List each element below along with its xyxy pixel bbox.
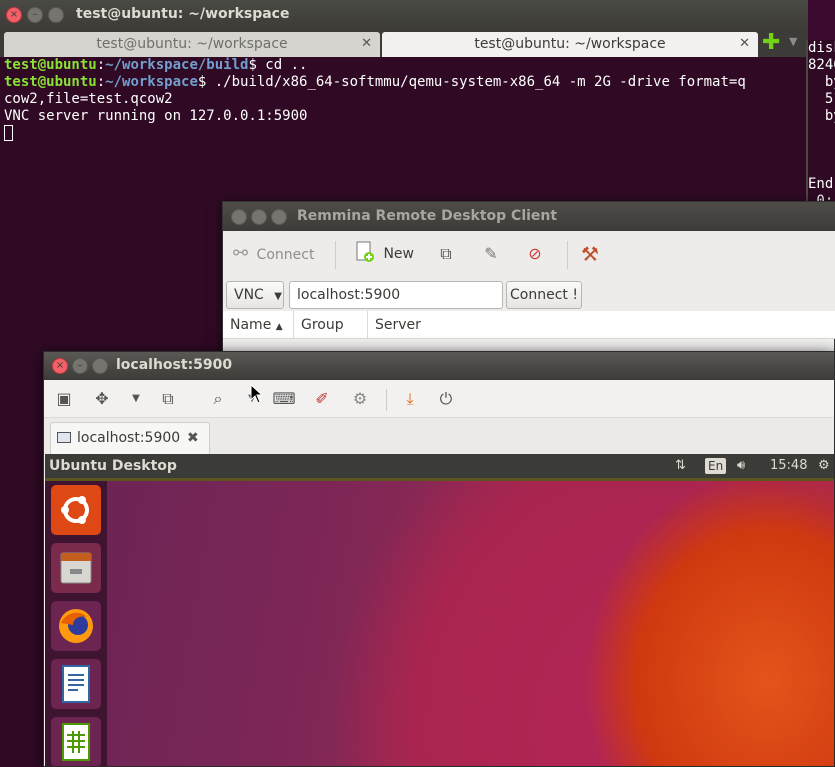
chevron-down-icon[interactable]: ▼	[789, 35, 797, 48]
maximize-icon[interactable]	[48, 7, 64, 23]
new-document-icon	[356, 241, 374, 262]
disconnect-icon[interactable]: ⏻	[434, 388, 458, 410]
close-icon[interactable]: ✕	[739, 32, 750, 56]
toolbar-divider	[386, 389, 387, 411]
remmina-titlebar[interactable]: Remmina Remote Desktop Client	[223, 202, 835, 231]
maximize-icon[interactable]	[92, 358, 108, 374]
libreoffice-writer-icon[interactable]	[51, 659, 101, 709]
unity-launcher	[45, 481, 107, 766]
gears-icon[interactable]: ⚙	[348, 388, 372, 410]
keyboard-layout-indicator[interactable]: En	[705, 458, 727, 474]
remmina-toolbar: ⚯ Connect New ⧉ ✎ ⊘ ⚒	[223, 231, 835, 277]
toolbar-divider	[567, 241, 568, 269]
network-icon[interactable]: ⇅	[675, 454, 686, 478]
clock[interactable]: 15:48	[770, 454, 807, 478]
scale-icon[interactable]: ✥	[90, 388, 114, 410]
tab-label: test@ubuntu: ~/workspace	[96, 36, 288, 52]
column-header-group[interactable]: Group	[294, 311, 368, 339]
connection-list-header: Name ▲ Group Server	[223, 311, 835, 339]
terminal-cursor	[4, 125, 746, 143]
plug-icon: ⚯	[233, 243, 249, 264]
quick-connect-button[interactable]: Connect !	[506, 281, 582, 309]
window-title: test@ubuntu: ~/workspace	[76, 6, 290, 22]
libreoffice-calc-icon[interactable]	[51, 717, 101, 766]
terminal-line: VNC server running on 127.0.0.1:5900	[4, 108, 308, 124]
edit-icon[interactable]: ✎	[479, 243, 503, 265]
settings-gear-icon[interactable]: ⚙	[818, 454, 830, 478]
vnc-tabbar: localhost:5900 ✖	[44, 418, 834, 454]
vnc-tab-localhost[interactable]: localhost:5900 ✖	[50, 422, 210, 454]
mouse-pointer-icon	[250, 384, 264, 404]
terminal-line: test@ubuntu:~/workspace/build$ cd ..	[4, 57, 308, 73]
chevron-down-icon[interactable]: ▼	[124, 388, 148, 410]
vnc-toolbar: ▣ ✥ ▼ ⧉ ⌕ ▼ ⌨ ✐ ⚙ ⤓ ⏻	[44, 380, 834, 418]
firefox-icon[interactable]	[51, 601, 101, 651]
screen-icon	[57, 432, 71, 443]
minimize-icon[interactable]: –	[72, 358, 88, 374]
close-icon[interactable]	[231, 209, 247, 225]
keyboard-icon[interactable]: ⌨	[272, 388, 296, 410]
ubuntu-top-panel: Ubuntu Desktop ⇅ En 🔊︎ 15:48 ⚙	[45, 454, 834, 478]
zoom-icon[interactable]: ⌕	[206, 388, 230, 410]
chevron-down-icon: ▼	[274, 291, 282, 302]
terminal-line: cow2,file=test.qcow2	[4, 91, 173, 107]
new-connection-button[interactable]: New	[355, 239, 414, 269]
column-header-server[interactable]: Server	[368, 311, 568, 339]
copy-icon[interactable]: ⧉	[434, 243, 458, 265]
desktop-wallpaper	[107, 481, 834, 766]
terminal-output[interactable]: test@ubuntu:~/workspace/build$ cd .. test…	[4, 57, 746, 143]
vnc-viewer-window: × – localhost:5900 ▣ ✥ ▼ ⧉ ⌕ ▼ ⌨ ✐ ⚙ ⤓ ⏻…	[43, 351, 835, 767]
panel-title: Ubuntu Desktop	[49, 458, 177, 474]
protocol-select[interactable]: VNC ▼	[226, 281, 284, 309]
preferences-tools-icon[interactable]: ⚒	[578, 243, 602, 265]
quick-connect-bar: VNC ▼ localhost:5900 Connect !	[223, 277, 835, 311]
sort-ascending-icon: ▲	[275, 322, 283, 332]
delete-icon[interactable]: ⊘	[523, 243, 547, 265]
volume-icon[interactable]: 🔊︎	[737, 454, 745, 478]
switch-tab-icon[interactable]: ⧉	[156, 388, 180, 410]
close-icon[interactable]: ✕	[361, 32, 372, 56]
files-icon[interactable]	[51, 543, 101, 593]
remmina-window: Remmina Remote Desktop Client ⚯ Connect …	[222, 201, 835, 361]
server-address-input[interactable]: localhost:5900	[289, 281, 503, 309]
vnc-titlebar[interactable]: × – localhost:5900	[44, 352, 834, 380]
minimize-to-panel-icon[interactable]: ⤓	[398, 388, 422, 410]
minimize-icon[interactable]: –	[27, 7, 43, 23]
preferences-icon[interactable]: ✐	[310, 388, 334, 410]
toolbar-divider	[335, 241, 336, 269]
terminal-tab-2[interactable]: test@ubuntu: ~/workspace ✕	[382, 32, 758, 57]
fullscreen-icon[interactable]: ▣	[52, 388, 76, 410]
close-icon[interactable]: ×	[52, 358, 68, 374]
add-tab-icon[interactable]: ✚	[762, 30, 780, 56]
terminal-line: test@ubuntu:~/workspace$ ./build/x86_64-…	[4, 74, 746, 90]
ubuntu-dash-icon[interactable]	[51, 485, 101, 535]
close-icon[interactable]: ×	[6, 7, 22, 23]
terminal-titlebar[interactable]: × – test@ubuntu: ~/workspace	[0, 0, 808, 30]
maximize-icon[interactable]	[271, 209, 287, 225]
terminal-tab-1[interactable]: test@ubuntu: ~/workspace ✕	[4, 32, 380, 57]
connect-toolbar-button[interactable]: ⚯ Connect	[233, 239, 314, 269]
tab-label: test@ubuntu: ~/workspace	[474, 36, 666, 52]
window-title: localhost:5900	[116, 357, 233, 373]
minimize-icon[interactable]	[251, 209, 267, 225]
terminal-tabbar: test@ubuntu: ~/workspace ✕ test@ubuntu: …	[0, 30, 808, 57]
remote-desktop-view[interactable]: Ubuntu Desktop ⇅ En 🔊︎ 15:48 ⚙	[45, 454, 834, 766]
window-title: Remmina Remote Desktop Client	[297, 208, 558, 224]
column-header-name[interactable]: Name ▲	[223, 311, 294, 339]
close-icon[interactable]: ✖	[187, 423, 199, 453]
